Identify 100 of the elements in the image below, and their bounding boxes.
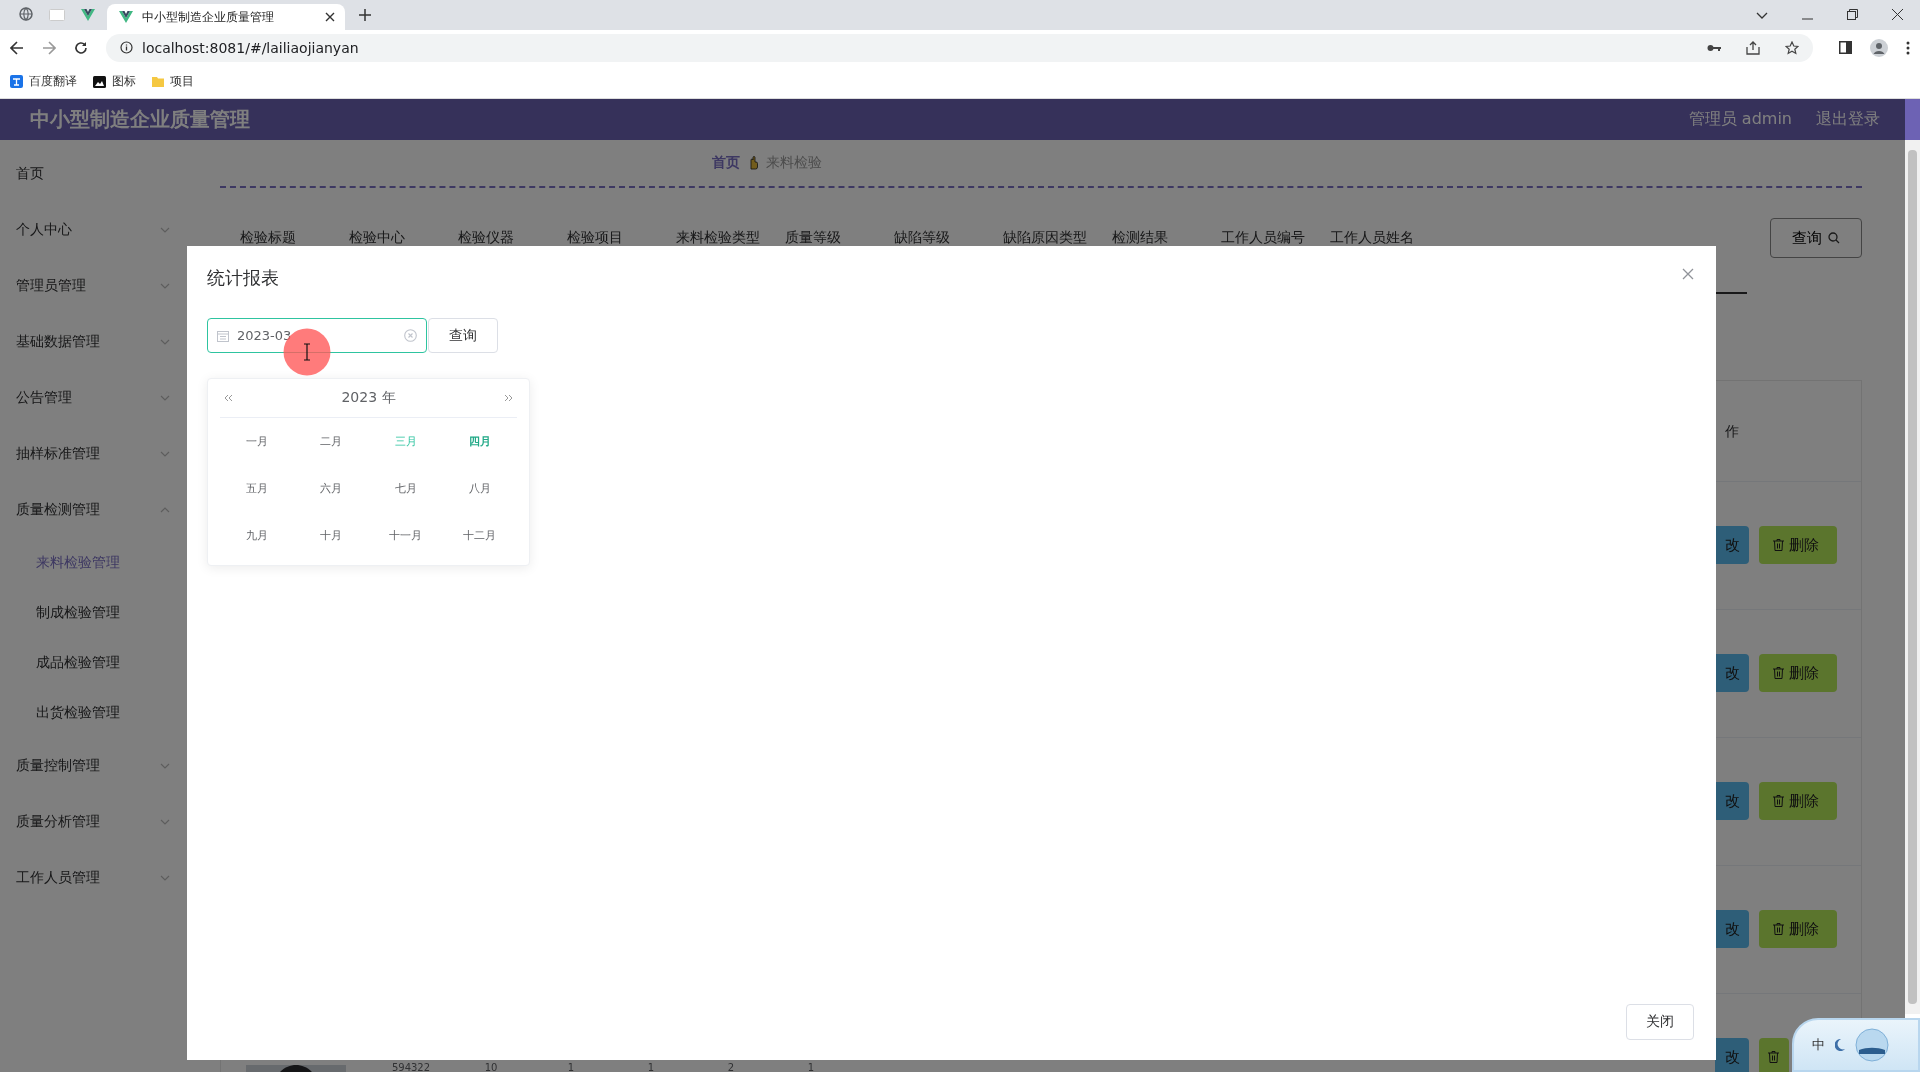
chevron-icon <box>160 283 170 289</box>
filter-label: 缺陷原因类型 <box>1003 229 1088 247</box>
filter-label: 检验项目 <box>567 229 624 247</box>
month-option[interactable]: 九月 <box>246 528 269 543</box>
filter-label: 检验仪器 <box>458 229 515 247</box>
bookmark-link[interactable]: 图标 <box>112 73 136 90</box>
month-option[interactable]: 六月 <box>320 481 343 496</box>
menu-icon[interactable] <box>1906 40 1910 55</box>
table-cell: 1 <box>647 1063 655 1072</box>
scrollbar[interactable] <box>1905 140 1920 1014</box>
delete-button[interactable]: 删除 <box>1759 526 1837 564</box>
menu-item[interactable]: 公告管理 <box>0 370 180 426</box>
edit-button[interactable]: 改 <box>1715 782 1749 820</box>
image-icon <box>93 75 106 88</box>
edit-button[interactable]: 改 <box>1715 910 1749 948</box>
v-logo-icon <box>119 11 133 23</box>
filter-label: 工作人员姓名 <box>1330 229 1415 247</box>
close-icon[interactable] <box>1892 9 1903 20</box>
month-option[interactable]: 十月 <box>320 528 343 543</box>
submenu-item[interactable]: 成品检验管理 <box>0 638 180 688</box>
chevron-down-icon[interactable] <box>1756 12 1768 20</box>
month-option[interactable]: 二月 <box>320 434 343 449</box>
bookmark-link[interactable]: 百度翻译 <box>29 73 77 90</box>
key-icon[interactable] <box>1707 43 1721 52</box>
trash-icon <box>1773 539 1784 551</box>
chevron-icon <box>160 339 170 345</box>
trash-icon <box>1773 795 1784 807</box>
filter-label: 工作人员编号 <box>1221 229 1306 247</box>
menu-item[interactable]: 质量控制管理 <box>0 738 180 794</box>
v-logo-icon[interactable] <box>81 9 95 21</box>
side-panel-icon[interactable] <box>1839 41 1852 54</box>
menu-item[interactable]: 工作人员管理 <box>0 850 180 906</box>
trash-icon <box>1768 1051 1779 1063</box>
breadcrumb-item[interactable]: 首页 <box>712 154 740 172</box>
dialog-title: 统计报表 <box>207 266 279 290</box>
month-option[interactable]: 八月 <box>468 481 491 496</box>
filter-label: 来料检验类型 <box>676 229 761 247</box>
month-option[interactable]: 五月 <box>246 481 269 496</box>
share-icon[interactable] <box>1746 40 1760 55</box>
delete-button[interactable]: 删除 <box>1759 910 1837 948</box>
delete-button[interactable] <box>1759 1038 1789 1072</box>
submenu-item[interactable]: 制成检验管理 <box>0 588 180 638</box>
reload-icon[interactable] <box>74 40 88 55</box>
double-chevron-right-icon[interactable] <box>504 394 513 402</box>
table-cell: 1 <box>807 1063 815 1072</box>
month-option[interactable]: 十一月 <box>389 528 423 543</box>
filter-label: 质量等级 <box>785 229 842 247</box>
browser-tab[interactable]: 中小型制造企业质量管理 <box>107 4 345 30</box>
chevron-icon <box>160 451 170 457</box>
restore-icon[interactable] <box>1847 9 1858 20</box>
menu-item[interactable]: 质量分析管理 <box>0 794 180 850</box>
double-chevron-left-icon[interactable] <box>224 394 233 402</box>
submenu-item[interactable]: 出货检验管理 <box>0 688 180 738</box>
edit-button[interactable]: 改 <box>1715 654 1749 692</box>
profile-icon[interactable] <box>1870 38 1888 57</box>
edit-button[interactable]: 改 <box>1715 1038 1749 1072</box>
menu-item[interactable]: 质量检测管理 <box>0 482 180 538</box>
year-label[interactable]: 2023 年 <box>341 389 396 407</box>
menu-item[interactable]: 首页 <box>0 146 180 202</box>
month-option[interactable]: 四月 <box>468 434 491 449</box>
filter-label: 检验中心 <box>349 229 406 247</box>
close-icon[interactable] <box>325 12 335 22</box>
chevron-icon <box>160 507 170 513</box>
trash-icon <box>1773 923 1784 935</box>
forward-icon[interactable] <box>42 40 56 55</box>
chevron-icon <box>160 395 170 401</box>
query-button[interactable]: 查询 <box>428 318 498 353</box>
submenu-item[interactable]: 来料检验管理 <box>0 538 180 588</box>
new-tab-icon[interactable] <box>359 9 371 21</box>
calendar-icon <box>217 329 229 342</box>
query-button[interactable]: 查询 <box>1770 218 1862 258</box>
star-icon[interactable] <box>1785 40 1799 55</box>
menu-item[interactable]: 抽样标准管理 <box>0 426 180 482</box>
edit-button[interactable]: 改 <box>1715 526 1749 564</box>
column-header: 作 <box>1725 423 1739 441</box>
delete-button[interactable]: 删除 <box>1759 654 1837 692</box>
folder-icon <box>152 76 164 87</box>
chevron-icon <box>160 763 170 769</box>
search-icon <box>1828 232 1840 244</box>
table-cell: 1 <box>567 1063 575 1072</box>
translate-icon <box>10 75 23 88</box>
month-option[interactable]: 十二月 <box>463 528 497 543</box>
filter-label: 检验标题 <box>240 229 297 247</box>
logout-link[interactable]: 退出登录 <box>1816 109 1880 130</box>
back-icon[interactable] <box>10 40 24 55</box>
menu-item[interactable]: 基础数据管理 <box>0 314 180 370</box>
bookmark-link[interactable]: 项目 <box>170 73 194 90</box>
month-option[interactable]: 一月 <box>246 434 269 449</box>
table-cell: 2 <box>727 1063 735 1072</box>
ime-widget[interactable]: 中 <box>1792 1018 1920 1072</box>
month-option[interactable]: 七月 <box>394 481 417 496</box>
address-field[interactable]: localhost:8081/#/lailiaojianyan <box>106 33 1813 62</box>
month-option[interactable]: 三月 <box>394 434 417 449</box>
menu-item[interactable]: 个人中心 <box>0 202 180 258</box>
trash-icon <box>1773 667 1784 679</box>
close-button[interactable]: 关闭 <box>1626 1004 1694 1040</box>
chevron-icon <box>160 875 170 881</box>
delete-button[interactable]: 删除 <box>1759 782 1837 820</box>
menu-item[interactable]: 管理员管理 <box>0 258 180 314</box>
user-label: 管理员 admin <box>1688 109 1792 130</box>
